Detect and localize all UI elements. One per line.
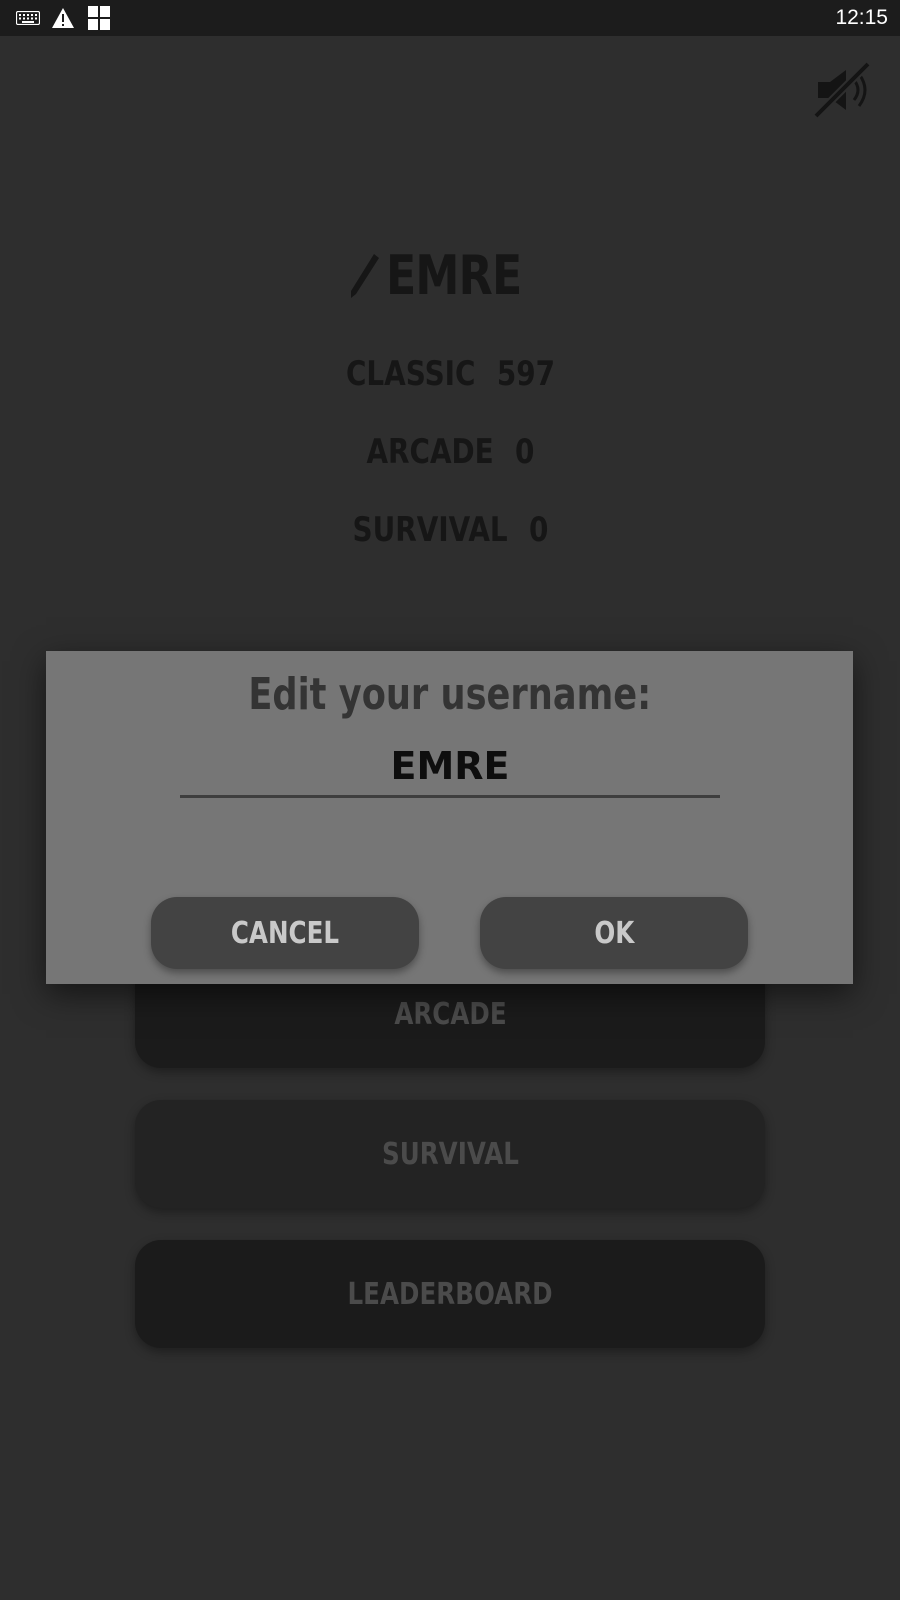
score-row-survival: SURVIVAL 0 xyxy=(0,510,900,550)
score-value: 0 xyxy=(514,432,534,472)
score-mode-label: ARCADE xyxy=(365,432,494,472)
score-value: 0 xyxy=(528,510,548,550)
speaker-muted-icon[interactable] xyxy=(812,60,878,120)
arcade-button-label: ARCADE xyxy=(393,996,507,1032)
score-mode-label: CLASSIC xyxy=(345,354,476,394)
status-bar: 12:15 xyxy=(0,0,900,36)
score-value: 597 xyxy=(496,354,555,394)
app-grid-icon xyxy=(88,0,110,36)
dialog-title: Edit your username: xyxy=(248,669,651,720)
clock: 12:15 xyxy=(835,6,888,29)
cancel-button[interactable]: CANCEL xyxy=(151,897,419,969)
cancel-button-label: CANCEL xyxy=(230,915,340,951)
score-mode-label: SURVIVAL xyxy=(352,510,508,550)
username-input[interactable] xyxy=(180,743,720,798)
edit-username-dialog: Edit your username: CANCEL OK xyxy=(46,651,853,984)
ok-button[interactable]: OK xyxy=(480,897,748,969)
username-label: EMRE xyxy=(386,244,522,307)
leaderboard-button[interactable]: LEADERBOARD xyxy=(135,1240,765,1348)
warning-icon xyxy=(51,0,75,36)
keyboard-icon xyxy=(16,0,40,36)
survival-button[interactable]: SURVIVAL xyxy=(135,1100,765,1208)
pencil-icon[interactable] xyxy=(348,250,380,313)
ok-button-label: OK xyxy=(594,915,634,951)
profile-username[interactable]: EMRE xyxy=(0,244,900,313)
score-row-arcade: ARCADE 0 xyxy=(0,432,900,472)
score-row-classic: CLASSIC 597 xyxy=(0,354,900,394)
survival-button-label: SURVIVAL xyxy=(381,1136,519,1172)
leaderboard-button-label: LEADERBOARD xyxy=(347,1276,553,1312)
